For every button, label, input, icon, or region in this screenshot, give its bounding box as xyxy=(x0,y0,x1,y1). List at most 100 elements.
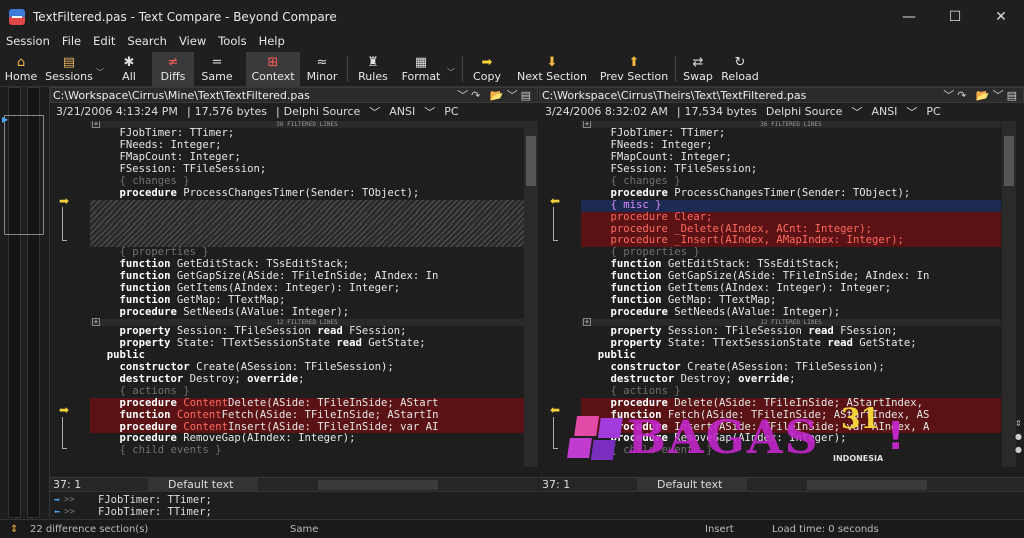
copy-left-arrow-icon[interactable]: ⬅ xyxy=(550,194,560,208)
left-text-mode[interactable]: Default text xyxy=(148,478,258,491)
right-lineend[interactable]: PC xyxy=(926,105,940,118)
all-icon: ✱ xyxy=(123,55,135,70)
copy-icon: ➡ xyxy=(481,55,493,70)
overview-marker-icon: ▶ xyxy=(2,115,9,124)
arrow-right-icon: ➡ xyxy=(53,494,61,506)
chevron-down-icon[interactable]: ﹀ xyxy=(851,104,862,120)
left-encoding[interactable]: ANSI xyxy=(389,105,415,118)
right-path-icons[interactable]: ﹀↷ 📂﹀▤ xyxy=(943,87,1023,103)
sessions-icon: ▤ xyxy=(62,55,76,70)
copy-right-arrow-icon[interactable]: ➡ xyxy=(59,403,69,417)
minor-icon: ≈ xyxy=(316,55,328,70)
minimize-button[interactable]: — xyxy=(886,0,932,34)
overview-thumbnail[interactable]: ▶ xyxy=(0,87,50,518)
copy-right-arrow-icon[interactable]: ➡ xyxy=(59,194,69,208)
left-path-icons[interactable]: ﹀↷ 📂﹀▤ xyxy=(457,87,537,103)
sessions-button[interactable]: ▤ Sessions ﹀ xyxy=(42,52,106,86)
diffs-button[interactable]: ≠ Diffs xyxy=(152,52,194,86)
rules-icon: ♜ xyxy=(367,55,379,70)
toolbar: ⌂ Home ▤ Sessions ﹀ ✱ All ≠ Diffs = Same ⊞ Cont… xyxy=(0,52,1024,87)
menu-view[interactable]: View xyxy=(179,34,206,52)
left-code-view[interactable]: +36 FILTERED LINES FJobTimer: TTimer; FN… xyxy=(90,121,524,467)
swap-icon: ⇄ xyxy=(692,55,704,70)
format-icon: ▦ xyxy=(414,55,428,70)
right-date: 3/24/2006 8:32:02 AM xyxy=(545,105,668,118)
next-section-button[interactable]: ⬇ Next Section xyxy=(508,52,596,86)
diff-bracket xyxy=(62,417,67,449)
left-cursor-position: 37: 1 xyxy=(53,478,82,491)
right-format[interactable]: Delphi Source xyxy=(766,105,843,118)
same-icon: = xyxy=(211,55,223,70)
diff-bracket xyxy=(553,207,558,241)
arrow-left-icon: ⬅ xyxy=(53,506,61,518)
left-format[interactable]: Delphi Source xyxy=(284,105,361,118)
filtered-lines-header[interactable]: +12 FILTERED LINES xyxy=(581,318,1001,326)
title-bar: TextFiltered.pas - Text Compare - Beyond… xyxy=(0,0,1024,34)
diff-bracket xyxy=(62,207,67,241)
format-button[interactable]: ▦ Format ﹀ xyxy=(395,52,459,86)
right-gutter: ⬅ ⬅ xyxy=(539,121,579,467)
chevron-down-icon: ﹀ xyxy=(447,68,455,77)
reload-button[interactable]: ↻ Reload xyxy=(717,52,763,86)
menu-session[interactable]: Session xyxy=(6,34,50,52)
right-size: 17,534 bytes xyxy=(684,105,757,118)
rules-button[interactable]: ♜ Rules xyxy=(351,52,395,86)
compare-row-right: ⬅ >> FJobTimer: TTimer; xyxy=(50,506,1024,518)
chevron-down-icon[interactable]: ﹀ xyxy=(906,104,917,120)
right-cursor-position: 37: 1 xyxy=(542,478,571,491)
menu-search[interactable]: Search xyxy=(127,34,167,52)
right-horizontal-scrollbar[interactable] xyxy=(807,479,927,490)
left-size: 17,576 bytes xyxy=(194,105,267,118)
maximize-button[interactable]: ☐ xyxy=(932,0,978,34)
right-vertical-scrollbar[interactable] xyxy=(1002,121,1016,467)
right-path[interactable]: C:\Workspace\Cirrus\Theirs\Text\TextFilt… xyxy=(542,89,806,102)
side-markers: ⇕ ● ● xyxy=(1015,419,1022,454)
next-section-icon: ⬇ xyxy=(546,55,558,70)
menu-edit[interactable]: Edit xyxy=(93,34,115,52)
app-logo-icon xyxy=(9,9,25,25)
right-code-view[interactable]: +36 FILTERED LINES FJobTimer: TTimer; FN… xyxy=(581,121,1001,467)
prev-section-button[interactable]: ⬆ Prev Section xyxy=(596,52,672,86)
context-icon: ⊞ xyxy=(267,55,279,70)
right-info-bar: 3/24/2006 8:32:02 AM | 17,534 bytes Delph… xyxy=(539,103,1024,120)
compare-row-left: ➡ >> FJobTimer: TTimer; xyxy=(50,494,1024,506)
left-path[interactable]: C:\Workspace\Cirrus\Mine\Text\TextFilter… xyxy=(53,89,310,102)
right-encoding[interactable]: ANSI xyxy=(871,105,897,118)
all-button[interactable]: ✱ All xyxy=(106,52,152,86)
menu-file[interactable]: File xyxy=(62,34,81,52)
left-horizontal-scrollbar[interactable] xyxy=(318,479,438,490)
home-button[interactable]: ⌂ Home xyxy=(0,52,42,86)
right-text-mode[interactable]: Default text xyxy=(637,478,747,491)
menu-tools[interactable]: Tools xyxy=(218,34,246,52)
same-button[interactable]: = Same xyxy=(194,52,240,86)
filtered-lines-header[interactable]: +12 FILTERED LINES xyxy=(90,318,524,326)
copy-left-arrow-icon[interactable]: ⬅ xyxy=(550,403,560,417)
toolbar-divider xyxy=(462,56,463,82)
pane-status-bar: 37: 1 Default text 37: 1 Default text xyxy=(50,477,1024,491)
diff-section-count: 22 difference section(s) xyxy=(30,523,149,535)
copy-button[interactable]: ➡ Copy xyxy=(466,52,508,86)
overview-viewport[interactable] xyxy=(4,115,44,235)
filtered-lines-header[interactable]: +36 FILTERED LINES xyxy=(581,121,1001,128)
chevron-down-icon[interactable]: ﹀ xyxy=(424,104,435,120)
line-compare-panel: ➡ >> FJobTimer: TTimer; ⬅ >> FJobTimer: TTim… xyxy=(50,491,1024,519)
left-date: 3/21/2006 4:13:24 PM xyxy=(56,105,178,118)
diff-count-icon: ⇕ xyxy=(10,523,19,535)
filtered-lines-header[interactable]: +36 FILTERED LINES xyxy=(90,121,524,128)
left-vertical-scrollbar[interactable] xyxy=(524,121,538,467)
chevron-down-icon[interactable]: ﹀ xyxy=(369,104,380,120)
left-info-bar: 3/21/2006 4:13:24 PM | 17,576 bytes | Delp… xyxy=(50,103,538,120)
reload-icon: ↻ xyxy=(734,55,746,70)
left-lineend[interactable]: PC xyxy=(444,105,458,118)
left-pane: C:\Workspace\Cirrus\Mine\Text\TextFilter… xyxy=(50,87,538,491)
left-gutter: ➡ ➡ xyxy=(50,121,90,467)
minor-button[interactable]: ≈ Minor xyxy=(300,52,344,86)
menu-help[interactable]: Help xyxy=(259,34,285,52)
right-path-bar[interactable]: C:\Workspace\Cirrus\Theirs\Text\TextFilt… xyxy=(539,87,1024,103)
close-button[interactable]: ✕ xyxy=(978,0,1024,34)
swap-button[interactable]: ⇄ Swap xyxy=(679,52,717,86)
left-path-bar[interactable]: C:\Workspace\Cirrus\Mine\Text\TextFilter… xyxy=(50,87,538,103)
context-button[interactable]: ⊞ Context xyxy=(246,52,300,86)
diff-bracket xyxy=(553,417,558,449)
chevron-down-icon: ﹀ xyxy=(96,68,104,77)
